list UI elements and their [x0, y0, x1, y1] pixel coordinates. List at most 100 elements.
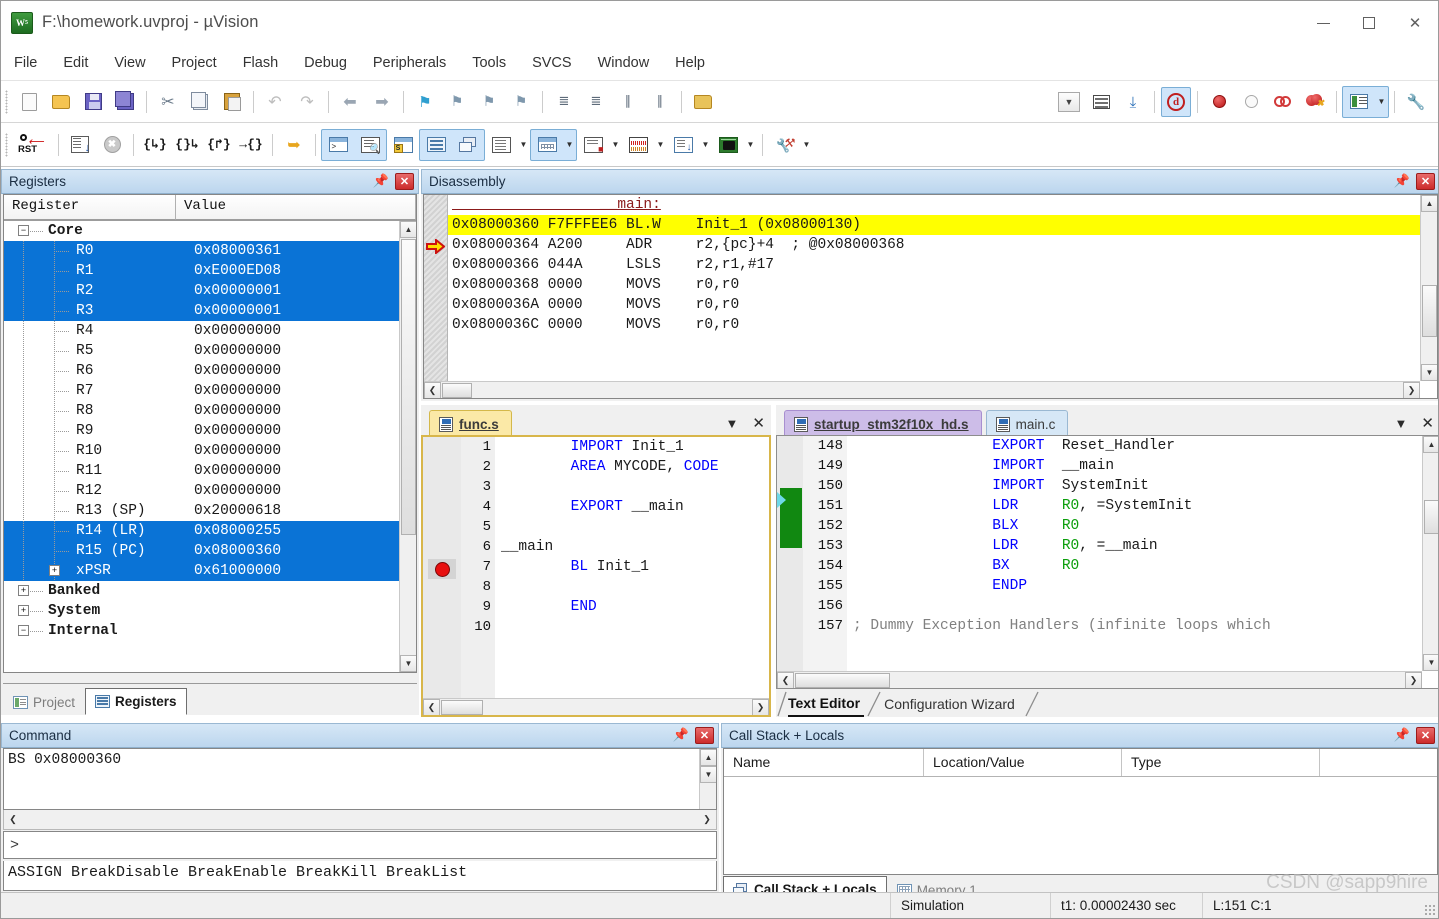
toolbox-button[interactable]: 🔧 ⚒ [769, 130, 799, 160]
code-line[interactable]: BLX R0 [853, 516, 1422, 536]
register-row[interactable]: R7 0x00000000 [4, 381, 399, 401]
code-line[interactable]: ; Dummy Exception Handlers (infinite loo… [853, 616, 1422, 636]
column-header-value[interactable]: Value [176, 195, 416, 220]
scroll-up-icon[interactable]: ▲ [700, 749, 716, 766]
disassembly-line[interactable]: 0x08000364 A200 ADR r2,{pc}+4 ; @0x08000… [448, 235, 1420, 255]
editor-right-code[interactable]: EXPORT Reset_Handler IMPORT __main IMPOR… [853, 436, 1422, 671]
reset-cpu-button[interactable]: ⟵ RST [14, 130, 52, 160]
register-row[interactable]: R6 0x00000000 [4, 361, 399, 381]
navigate-forward-button[interactable]: ➡ [367, 87, 397, 117]
step-out-button[interactable]: {↱} [204, 130, 234, 160]
scroll-thumb[interactable] [441, 699, 483, 715]
save-button[interactable] [78, 87, 108, 117]
disassembly-line[interactable]: 0x08000368 0000 MOVS r0,r0 [448, 275, 1420, 295]
chevron-down-icon[interactable]: ▼ [1395, 416, 1408, 431]
chevron-down-icon[interactable]: ▼ [726, 416, 739, 431]
scroll-left-icon[interactable]: ❮ [4, 811, 22, 829]
code-line[interactable] [501, 577, 769, 597]
menu-peripherals[interactable]: Peripherals [360, 51, 459, 75]
disassembly-line[interactable]: 0x0800036A 0000 MOVS r0,r0 [448, 295, 1420, 315]
expander-icon[interactable]: + [18, 605, 29, 616]
scroll-thumb[interactable] [442, 382, 472, 398]
build-button[interactable] [688, 87, 718, 117]
scroll-up-icon[interactable]: ▲ [400, 221, 416, 238]
project-window-dropdown[interactable]: ▼ [1375, 87, 1388, 117]
cut-button[interactable]: ✂ [153, 87, 183, 117]
editor-tab-startup-stm32f10x-hd-s[interactable]: startup_stm32f10x_hd.s [784, 410, 982, 437]
editor-tab-func-s[interactable]: func.s [429, 410, 512, 437]
step-over-button[interactable]: {}↳ [172, 130, 202, 160]
command-horizontal-scrollbar[interactable]: ❮ ❯ [3, 810, 717, 830]
analysis-windows-button[interactable] [623, 130, 653, 160]
indent-button[interactable]: ≣ [549, 87, 579, 117]
scroll-thumb[interactable] [795, 672, 890, 688]
register-row[interactable]: + xPSR 0x61000000 [4, 561, 399, 581]
tab-configuration-wizard[interactable]: Configuration Wizard [884, 691, 1015, 717]
close-icon[interactable]: ✕ [1416, 727, 1435, 744]
register-row[interactable]: R8 0x00000000 [4, 401, 399, 421]
scroll-down-icon[interactable]: ▼ [700, 766, 716, 783]
bookmark-toggle-button[interactable]: ⚑ [410, 87, 440, 117]
disable-breakpoint-button[interactable] [1236, 87, 1266, 117]
close-icon[interactable]: ✕ [1416, 173, 1435, 190]
editor-left-body[interactable]: 1 2 3 4 5 6 7 8 9 10 IMPORT Init_1 AREA MYCODE, C… [421, 435, 771, 717]
watch-windows-button[interactable] [486, 130, 516, 160]
scroll-left-icon[interactable]: ❮ [424, 381, 441, 398]
maximize-button[interactable] [1346, 1, 1392, 45]
insert-breakpoint-button[interactable] [1204, 87, 1234, 117]
code-line[interactable]: EXPORT Reset_Handler [853, 436, 1422, 456]
register-row[interactable]: R4 0x00000000 [4, 321, 399, 341]
menu-tools[interactable]: Tools [459, 51, 519, 75]
scroll-left-icon[interactable]: ❮ [423, 698, 440, 715]
code-line[interactable] [853, 596, 1422, 616]
trace-windows-dropdown[interactable]: ▼ [699, 130, 712, 160]
expander-icon[interactable]: + [18, 585, 29, 596]
resize-grip-icon[interactable] [1424, 904, 1436, 916]
column-header-location-value[interactable]: Location/Value [924, 749, 1122, 776]
new-file-button[interactable] [14, 87, 44, 117]
code-line[interactable]: LDR R0, =SystemInit [853, 496, 1422, 516]
menu-debug[interactable]: Debug [291, 51, 360, 75]
close-icon[interactable]: ✕ [1421, 414, 1434, 432]
uncomment-button[interactable]: ∥ [645, 87, 675, 117]
code-line[interactable] [501, 617, 769, 637]
code-line[interactable]: IMPORT Init_1 [501, 437, 769, 457]
stop-button[interactable]: ✖ [97, 130, 127, 160]
disassembly-line[interactable]: 0x08000360 F7FFFEE6 BL.W Init_1 (0x08000… [448, 215, 1420, 235]
code-line[interactable]: AREA MYCODE, CODE [501, 457, 769, 477]
pin-icon[interactable]: 📌 [1394, 172, 1410, 191]
code-line[interactable]: IMPORT __main [853, 456, 1422, 476]
editor-left-code[interactable]: IMPORT Init_1 AREA MYCODE, CODE EXPORT _… [501, 437, 769, 698]
target-options-button[interactable] [1086, 87, 1116, 117]
editor-right-horizontal-scrollbar[interactable]: ❮ ❯ [777, 671, 1422, 688]
expander-icon[interactable]: + [49, 565, 60, 576]
code-line[interactable]: EXPORT __main [501, 497, 769, 517]
menu-window[interactable]: Window [585, 51, 663, 75]
callstack-table[interactable]: Name Location/Value Type [723, 748, 1438, 875]
column-header-name[interactable]: Name [724, 749, 924, 776]
serial-windows-dropdown[interactable]: ▼ [609, 130, 622, 160]
code-line[interactable]: IMPORT SystemInit [853, 476, 1422, 496]
minimize-button[interactable] [1300, 1, 1346, 45]
registers-group-system[interactable]: + System [4, 601, 399, 621]
breakpoint-marker[interactable] [428, 559, 456, 579]
menu-svcs[interactable]: SVCS [519, 51, 585, 75]
code-line[interactable] [501, 517, 769, 537]
toolbar-grip[interactable] [5, 132, 8, 157]
code-line[interactable]: ENDP [853, 576, 1422, 596]
disassembly-line[interactable]: 0x08000366 044A LSLS r2,r1,#17 [448, 255, 1420, 275]
analysis-windows-dropdown[interactable]: ▼ [654, 130, 667, 160]
close-icon[interactable]: ✕ [752, 414, 765, 432]
disassembly-horizontal-scrollbar[interactable]: ❮ ❯ [424, 381, 1420, 398]
project-window-button[interactable] [1344, 87, 1374, 117]
command-output-vertical-scrollbar[interactable]: ▲ ▼ [699, 749, 716, 809]
scroll-thumb[interactable] [1424, 500, 1438, 534]
scroll-up-icon[interactable]: ▲ [1423, 436, 1438, 453]
registers-window-button[interactable] [421, 130, 451, 160]
editor-left-horizontal-scrollbar[interactable]: ❮ ❯ [423, 698, 769, 715]
navigate-backward-button[interactable]: ⬅ [335, 87, 365, 117]
toolbox-dropdown[interactable]: ▼ [800, 130, 813, 160]
disable-all-breakpoints-button[interactable] [1268, 87, 1298, 117]
editor-right-marker-margin[interactable] [777, 436, 803, 671]
memory-windows-button[interactable] [532, 130, 562, 160]
